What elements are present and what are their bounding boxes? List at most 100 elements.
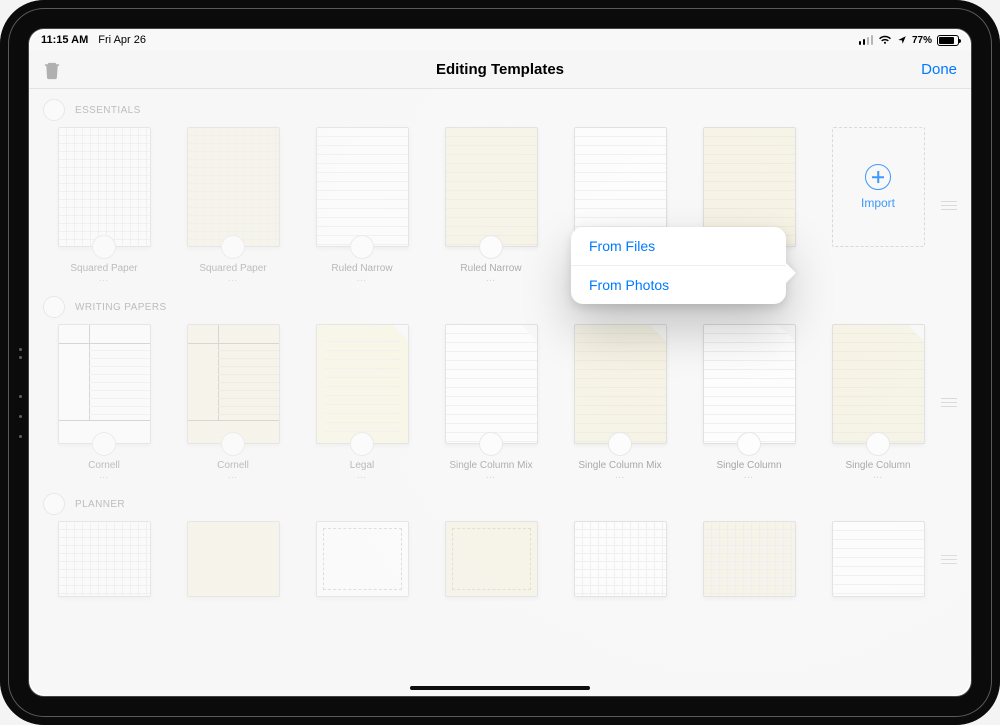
template-select-radio[interactable] — [608, 432, 632, 456]
template-select-radio[interactable] — [479, 235, 503, 259]
template-card[interactable]: Ruled Narrow … — [299, 127, 425, 284]
template-select-radio[interactable] — [350, 235, 374, 259]
template-thumbnail — [187, 521, 280, 597]
template-card[interactable]: Squared Paper … — [170, 127, 296, 284]
cellular-signal-icon — [859, 36, 873, 45]
import-popover: From Files From Photos — [571, 227, 786, 304]
template-thumbnail — [58, 324, 151, 444]
template-card[interactable] — [170, 521, 296, 597]
more-icon[interactable]: … — [486, 470, 497, 481]
template-thumbnail — [187, 324, 280, 444]
status-right: 77% — [859, 35, 959, 46]
reorder-handle[interactable] — [941, 555, 963, 564]
templates-row — [37, 519, 941, 599]
section-header: ESSENTIALS — [37, 89, 963, 125]
template-thumbnail — [832, 521, 925, 597]
template-card[interactable] — [815, 521, 941, 597]
status-time: 11:15 AM — [41, 34, 88, 46]
section-planner: PLANNER — [37, 483, 963, 599]
template-card[interactable] — [299, 521, 425, 597]
more-icon[interactable]: … — [873, 470, 884, 481]
template-thumbnail — [445, 521, 538, 597]
popover-item-from-files[interactable]: From Files — [571, 227, 786, 266]
template-thumbnail — [832, 324, 925, 444]
template-select-radio[interactable] — [479, 432, 503, 456]
template-thumbnail — [445, 324, 538, 444]
section-title: PLANNER — [75, 499, 125, 510]
more-icon[interactable]: … — [228, 470, 239, 481]
device-speaker-dot — [19, 348, 22, 351]
template-card[interactable]: Cornell … — [170, 324, 296, 481]
section-select-radio[interactable] — [43, 99, 65, 121]
template-card[interactable] — [686, 521, 812, 597]
template-thumbnail — [574, 324, 667, 444]
trash-button[interactable] — [43, 60, 61, 80]
battery-icon — [937, 35, 959, 46]
status-date: Fri Apr 26 — [98, 34, 146, 46]
section-essentials: ESSENTIALS Squared Paper … Squ — [37, 89, 963, 286]
more-icon[interactable]: … — [99, 470, 110, 481]
import-thumbnail: Import — [832, 127, 925, 247]
template-thumbnail — [574, 521, 667, 597]
device-speaker-dot — [19, 395, 22, 398]
template-select-radio[interactable] — [92, 235, 116, 259]
template-card[interactable]: Single Column Mix … — [428, 324, 554, 481]
reorder-handle[interactable] — [941, 201, 963, 210]
page-title: Editing Templates — [29, 61, 971, 78]
import-card[interactable]: Import — [815, 127, 941, 284]
more-icon[interactable]: … — [486, 273, 497, 284]
template-select-radio[interactable] — [737, 432, 761, 456]
location-icon — [897, 35, 907, 45]
template-thumbnail — [58, 521, 151, 597]
template-card[interactable]: Ruled Narrow … — [428, 127, 554, 284]
wifi-icon — [878, 35, 892, 45]
plus-icon — [865, 164, 891, 190]
template-card[interactable]: Cornell … — [41, 324, 167, 481]
more-icon[interactable]: … — [615, 470, 626, 481]
status-bar: 11:15 AM Fri Apr 26 77% — [29, 29, 971, 51]
templates-row: Cornell … Cornell … Legal — [37, 322, 941, 483]
template-select-radio[interactable] — [92, 432, 116, 456]
template-card[interactable] — [41, 521, 167, 597]
section-select-radio[interactable] — [43, 493, 65, 515]
template-select-radio[interactable] — [221, 432, 245, 456]
template-thumbnail — [703, 521, 796, 597]
done-button[interactable]: Done — [921, 61, 957, 78]
template-thumbnail — [58, 127, 151, 247]
nav-bar: Editing Templates Done — [29, 51, 971, 89]
template-thumbnail — [445, 127, 538, 247]
section-header: PLANNER — [37, 483, 963, 519]
template-card[interactable]: Single Column Mix … — [557, 324, 683, 481]
section-header: WRITING PAPERS — [37, 286, 963, 322]
template-card[interactable]: Single Column … — [686, 324, 812, 481]
section-title: WRITING PAPERS — [75, 302, 167, 313]
template-card[interactable]: Squared Paper … — [41, 127, 167, 284]
screen: 11:15 AM Fri Apr 26 77% Editing Template… — [29, 29, 971, 696]
template-thumbnail — [316, 127, 409, 247]
more-icon[interactable]: … — [357, 470, 368, 481]
more-icon[interactable]: … — [357, 273, 368, 284]
section-select-radio[interactable] — [43, 296, 65, 318]
template-thumbnail — [187, 127, 280, 247]
more-icon[interactable]: … — [99, 273, 110, 284]
more-icon[interactable]: … — [744, 470, 755, 481]
home-indicator[interactable] — [410, 686, 590, 690]
template-select-radio[interactable] — [221, 235, 245, 259]
template-card[interactable]: Legal … — [299, 324, 425, 481]
template-card[interactable] — [428, 521, 554, 597]
template-card[interactable]: Single Column … — [815, 324, 941, 481]
template-thumbnail — [316, 324, 409, 444]
templates-row: Squared Paper … Squared Paper … — [37, 125, 941, 286]
template-thumbnail — [703, 324, 796, 444]
import-label: Import — [861, 196, 895, 210]
section-writing-papers: WRITING PAPERS Cornell … Corne — [37, 286, 963, 483]
section-title: ESSENTIALS — [75, 105, 141, 116]
template-thumbnail — [316, 521, 409, 597]
more-icon[interactable]: … — [228, 273, 239, 284]
popover-item-from-photos[interactable]: From Photos — [571, 266, 786, 304]
template-select-radio[interactable] — [350, 432, 374, 456]
template-card[interactable] — [557, 521, 683, 597]
template-select-radio[interactable] — [866, 432, 890, 456]
content-scroll[interactable]: ESSENTIALS Squared Paper … Squ — [29, 89, 971, 696]
reorder-handle[interactable] — [941, 398, 963, 407]
